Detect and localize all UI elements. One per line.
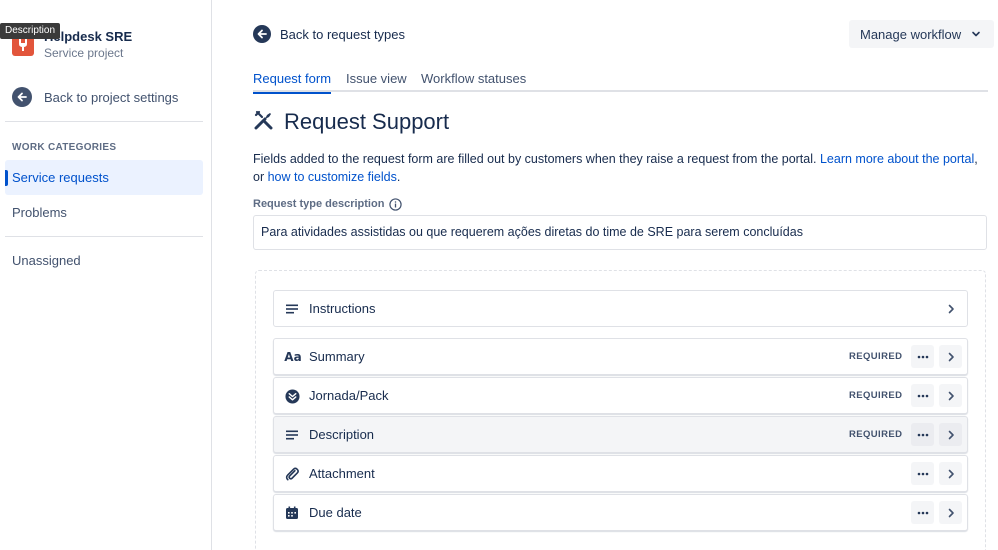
form-description: Fields added to the request form are fil…	[253, 150, 978, 186]
more-options-icon[interactable]	[911, 501, 934, 524]
more-options-icon[interactable]	[911, 462, 934, 485]
chevron-right-icon[interactable]	[939, 423, 962, 446]
field-label: Instructions	[309, 301, 376, 316]
field-row-due-date[interactable]: Due date	[273, 494, 968, 531]
field-row-instructions[interactable]: Instructions	[273, 290, 968, 327]
chevron-right-icon[interactable]	[939, 297, 962, 320]
info-icon[interactable]	[389, 197, 403, 211]
page-title: Request Support	[284, 109, 450, 134]
request-type-label-text: Request type description	[253, 198, 385, 210]
chevron-right-icon[interactable]	[939, 345, 962, 368]
sidebar-item-unassigned[interactable]: Unassigned	[5, 243, 203, 278]
sidebar-item-problems[interactable]: Problems	[5, 195, 203, 230]
manage-workflow-button[interactable]: Manage workflow	[849, 20, 994, 48]
sidebar-divider	[5, 121, 203, 122]
tab-bar: Request form Issue view Workflow statuse…	[253, 70, 988, 94]
tools-icon	[253, 109, 275, 136]
manage-workflow-label: Manage workflow	[860, 26, 962, 42]
customize-fields-link[interactable]: how to customize fields	[268, 170, 397, 184]
field-row-summary[interactable]: Aa Summary REQUIRED	[273, 338, 968, 375]
arrow-left-icon	[12, 87, 32, 107]
project-type: Service project	[44, 46, 124, 60]
field-label: Jornada/Pack	[309, 388, 389, 403]
chevron-right-icon[interactable]	[939, 462, 962, 485]
required-badge: REQUIRED	[849, 351, 903, 362]
description-text: .	[396, 170, 401, 184]
field-label: Description	[309, 427, 375, 442]
back-settings-label: Back to project settings	[44, 89, 179, 105]
tooltip: Description	[0, 23, 61, 39]
more-options-icon[interactable]	[911, 345, 934, 368]
learn-more-link[interactable]: Learn more about the portal	[820, 152, 974, 166]
required-badge: REQUIRED	[849, 429, 903, 440]
text-aa-icon: Aa	[284, 350, 302, 364]
tab-issue-view[interactable]: Issue view	[346, 71, 407, 92]
sidebar-divider	[5, 236, 203, 237]
back-types-label: Back to request types	[280, 26, 406, 42]
chevron-right-icon[interactable]	[939, 384, 962, 407]
arrow-left-icon	[253, 25, 271, 43]
page-heading: Request Support	[253, 108, 449, 136]
request-type-description-field[interactable]: Para atividades assistidas ou que requer…	[253, 215, 987, 250]
field-row-description[interactable]: Description REQUIRED	[273, 416, 968, 453]
sidebar-item-service-requests[interactable]: Service requests	[5, 160, 203, 195]
tab-workflow-statuses[interactable]: Workflow statuses	[421, 71, 526, 92]
calendar-icon	[284, 505, 300, 521]
field-label: Due date	[309, 505, 362, 520]
paperclip-icon	[284, 466, 300, 482]
chevron-down-icon	[972, 31, 980, 37]
field-row-jornada-pack[interactable]: Jornada/Pack REQUIRED	[273, 377, 968, 414]
back-to-request-types[interactable]: Back to request types	[253, 24, 405, 44]
lines-icon	[284, 301, 300, 317]
tab-request-form[interactable]: Request form	[253, 71, 332, 94]
field-label: Summary	[309, 349, 365, 364]
required-badge: REQUIRED	[849, 390, 903, 401]
dropdown-circle-icon	[284, 388, 300, 404]
more-options-icon[interactable]	[911, 384, 934, 407]
back-to-project-settings[interactable]: Back to project settings	[12, 86, 178, 108]
field-row-attachment[interactable]: Attachment	[273, 455, 968, 492]
description-text: Fields added to the request form are fil…	[253, 152, 820, 166]
field-label: Attachment	[309, 466, 375, 481]
request-type-description-label: Request type description	[253, 196, 403, 212]
lines-icon	[284, 427, 300, 443]
chevron-right-icon[interactable]	[939, 501, 962, 524]
section-title: WORK CATEGORIES	[12, 142, 117, 153]
sidebar: Helpdesk SRE Service project Description…	[0, 0, 212, 550]
more-options-icon[interactable]	[911, 423, 934, 446]
